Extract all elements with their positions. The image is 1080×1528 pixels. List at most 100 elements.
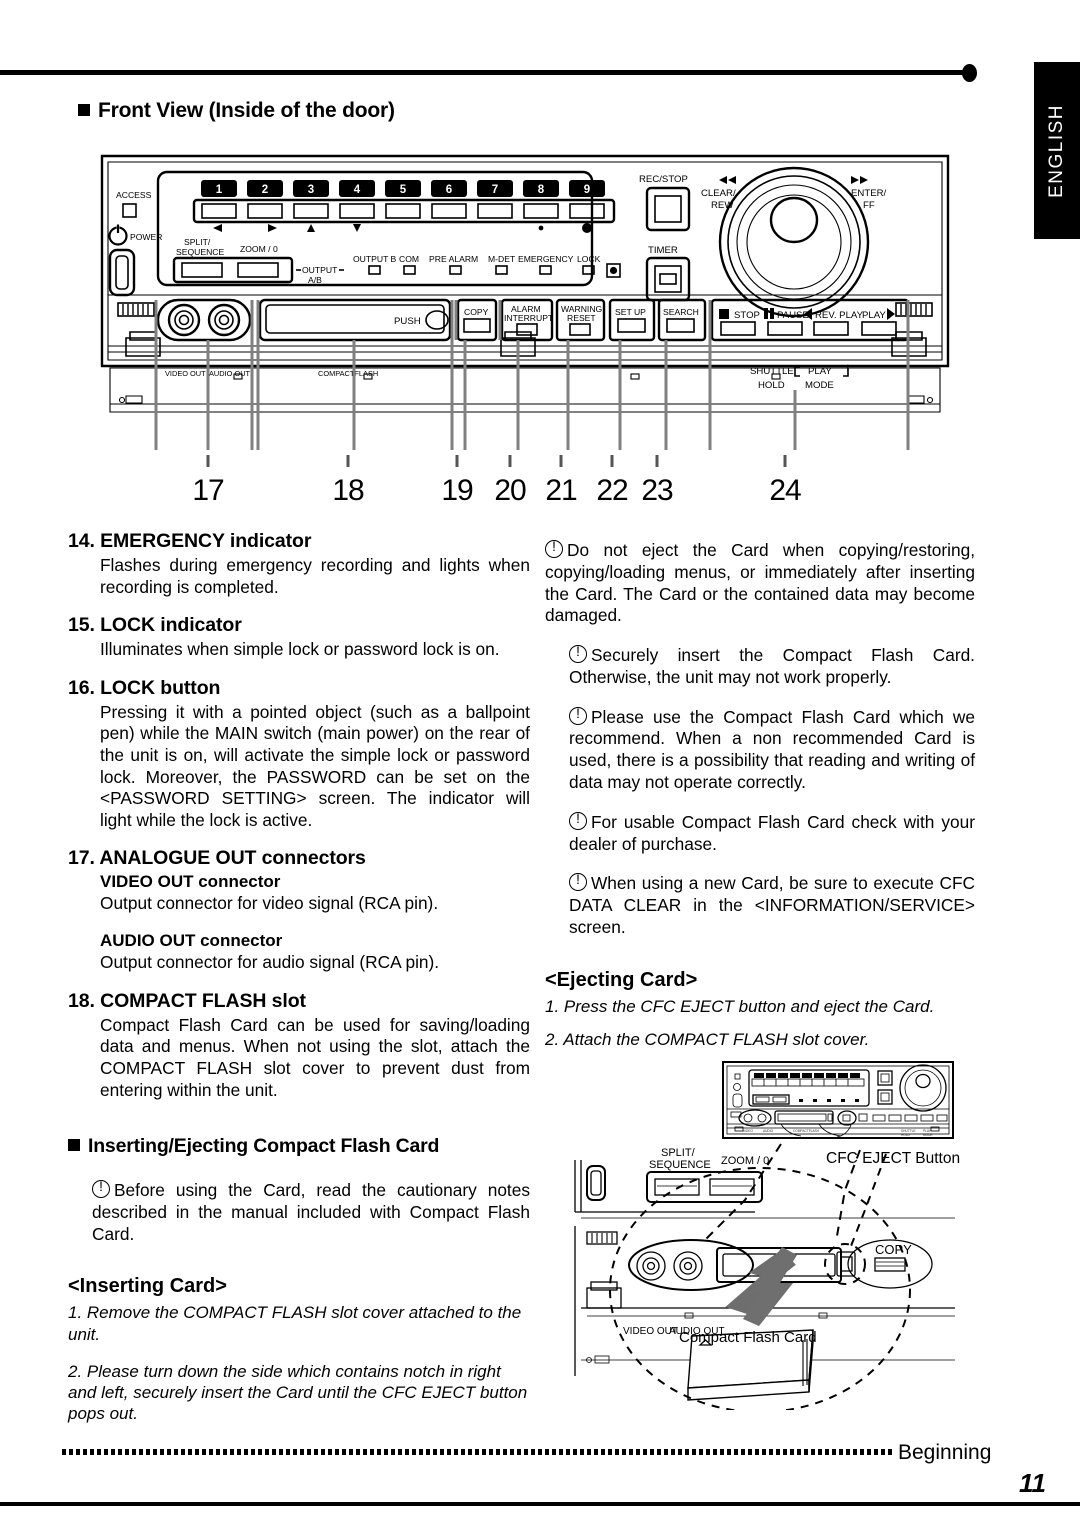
note-text: For usable Compact Flash Card check with… (569, 811, 975, 854)
callout-tick (346, 455, 350, 467)
section-heading-inserting-ejecting: Inserting/Ejecting Compact Flash Card (68, 1135, 530, 1158)
svg-text:SEARCH: SEARCH (663, 307, 699, 317)
note-recommended-card: Please use the Compact Flash Card which … (545, 705, 975, 794)
svg-text:PLAY: PLAY (862, 310, 886, 321)
svg-text:ACCESS: ACCESS (116, 190, 152, 200)
page-number: 11 (1019, 1468, 1046, 1498)
svg-text:COMPACTFLASH: COMPACTFLASH (793, 1129, 820, 1133)
svg-text:INTERRUPT: INTERRUPT (504, 313, 554, 323)
callout-number-20: 20 (494, 474, 526, 507)
svg-text:SEQUENCE: SEQUENCE (176, 247, 224, 257)
callout-number-18: 18 (332, 474, 364, 507)
svg-text:SET UP: SET UP (615, 307, 646, 317)
note-before-using-card: Before using the Card, read the cautiona… (68, 1178, 530, 1245)
callout-tick (610, 455, 614, 467)
svg-text:−: − (793, 360, 801, 375)
svg-text:COMPACTFLASH: COMPACTFLASH (318, 369, 378, 378)
figure-callout-numbers: 17 18 19 20 21 22 23 24 (0, 455, 1080, 515)
svg-text:REC/STOP: REC/STOP (639, 174, 688, 185)
svg-text:STOP: STOP (734, 310, 760, 321)
svg-text:SHUTTLE: SHUTTLE (750, 366, 794, 377)
note-securely-insert: Securely insert the Compact Flash Card. … (545, 643, 975, 689)
body-audio-out: Output connector for audio signal (RCA p… (100, 952, 440, 973)
callout-tick (783, 455, 787, 467)
caution-icon (569, 871, 587, 892)
language-tab-label: ENGLISH (1046, 103, 1067, 198)
callout-number-22: 22 (596, 474, 628, 507)
callout-number-21: 21 (545, 474, 577, 507)
svg-text:MODE: MODE (805, 380, 834, 391)
svg-text:7: 7 (492, 184, 498, 196)
svg-text:COM: COM (399, 254, 419, 264)
svg-text:COPY: COPY (875, 1242, 912, 1257)
subheading-video-out: VIDEO OUT connector (100, 872, 281, 892)
bullet-square-icon (78, 104, 90, 116)
svg-text:9: 9 (584, 184, 590, 196)
svg-text:OUTPUT: OUTPUT (302, 265, 338, 275)
body-item-18: Compact Flash Card can be used for savin… (100, 1014, 530, 1100)
left-text-column: 14. EMERGENCY indicator Flashes during e… (68, 530, 530, 1441)
heading-item-14: 14. EMERGENCY indicator (68, 530, 312, 552)
svg-text:RESET: RESET (567, 313, 596, 323)
svg-text:OUTPUT B: OUTPUT B (353, 254, 397, 264)
ejecting-step-1: 1. Press the CFC EJECT button and eject … (545, 996, 935, 1016)
inserting-step-2: 2. Please turn down the side which conta… (68, 1361, 528, 1424)
label-compact-flash-card: Compact Flash Card (679, 1329, 817, 1346)
heading-ejecting-card: <Ejecting Card> (545, 968, 698, 991)
svg-text:HOLD: HOLD (901, 1133, 911, 1137)
svg-text:PLAY: PLAY (808, 366, 832, 377)
body-item-14: Flashes during emergency recording and l… (100, 555, 530, 597)
heading-item-15: 15. LOCK indicator (68, 614, 242, 637)
footer-section-label: Beginning (898, 1441, 992, 1464)
callout-tick (655, 455, 659, 467)
footer-dotted-rule (62, 1449, 892, 1455)
inserting-step-1: 1. Remove the COMPACT FLASH slot cover a… (68, 1303, 522, 1344)
svg-text:ZOOM / 0: ZOOM / 0 (240, 244, 278, 254)
cfc-insertion-figure: .l{fill:none;stroke:#000;stroke-width:1.… (545, 1040, 985, 1410)
svg-text:5: 5 (400, 184, 407, 196)
section-heading-text: Front View (Inside of the door) (98, 99, 395, 122)
body-item-15: Illuminates when simple lock or password… (100, 639, 500, 660)
svg-text:SPLIT/: SPLIT/ (184, 237, 211, 247)
svg-text:COPY: COPY (464, 307, 489, 317)
svg-text:ENTER/: ENTER/ (851, 188, 887, 199)
callout-tick (559, 455, 563, 467)
svg-text:8: 8 (538, 184, 545, 196)
svg-text:A/B: A/B (308, 275, 322, 285)
note-text: Securely insert the Compact Flash Card. … (569, 645, 975, 687)
svg-text:6: 6 (446, 184, 452, 196)
callout-tick (206, 455, 210, 467)
callout-tick (455, 455, 459, 467)
label-cfc-eject-button: CFC EJECT Button (826, 1150, 961, 1167)
body-video-out: Output connector for video signal (RCA p… (100, 893, 439, 914)
right-text-column: Do not eject the Card when copying/resto… (545, 538, 975, 1066)
caution-icon (569, 643, 587, 664)
svg-text:1: 1 (216, 184, 223, 196)
subheading-audio-out: AUDIO OUT connector (100, 931, 283, 951)
svg-text:TIMER: TIMER (648, 245, 678, 256)
svg-text:LOCK: LOCK (577, 254, 601, 264)
svg-text:VIDEO OUT: VIDEO OUT (165, 369, 206, 378)
note-text: Please use the Compact Flash Card which … (569, 706, 975, 793)
svg-text:MODE: MODE (923, 1133, 933, 1137)
language-tab: ENGLISH (1034, 62, 1080, 239)
svg-text:PUSH: PUSH (394, 316, 421, 327)
svg-text:AUDIO: AUDIO (763, 1129, 774, 1133)
callout-number-23: 23 (641, 474, 673, 507)
section-heading-front-view: Front View (Inside of the door) (78, 99, 395, 123)
caution-icon (569, 810, 587, 830)
svg-text:SPLIT/: SPLIT/ (661, 1147, 696, 1159)
svg-text:4: 4 (354, 184, 361, 196)
note-usable-card: For usable Compact Flash Card check with… (545, 810, 975, 856)
svg-text:REW: REW (711, 200, 734, 211)
heading-inserting-card: <Inserting Card> (68, 1275, 227, 1298)
svg-text:VIDEO: VIDEO (743, 1129, 753, 1133)
svg-text:FF: FF (863, 200, 875, 211)
callout-number-17: 17 (192, 474, 224, 507)
svg-text:REV. PLAY: REV. PLAY (815, 310, 864, 321)
note-text: Before using the Card, read the cautiona… (92, 1180, 530, 1244)
svg-text:PAUSE: PAUSE (777, 310, 809, 321)
